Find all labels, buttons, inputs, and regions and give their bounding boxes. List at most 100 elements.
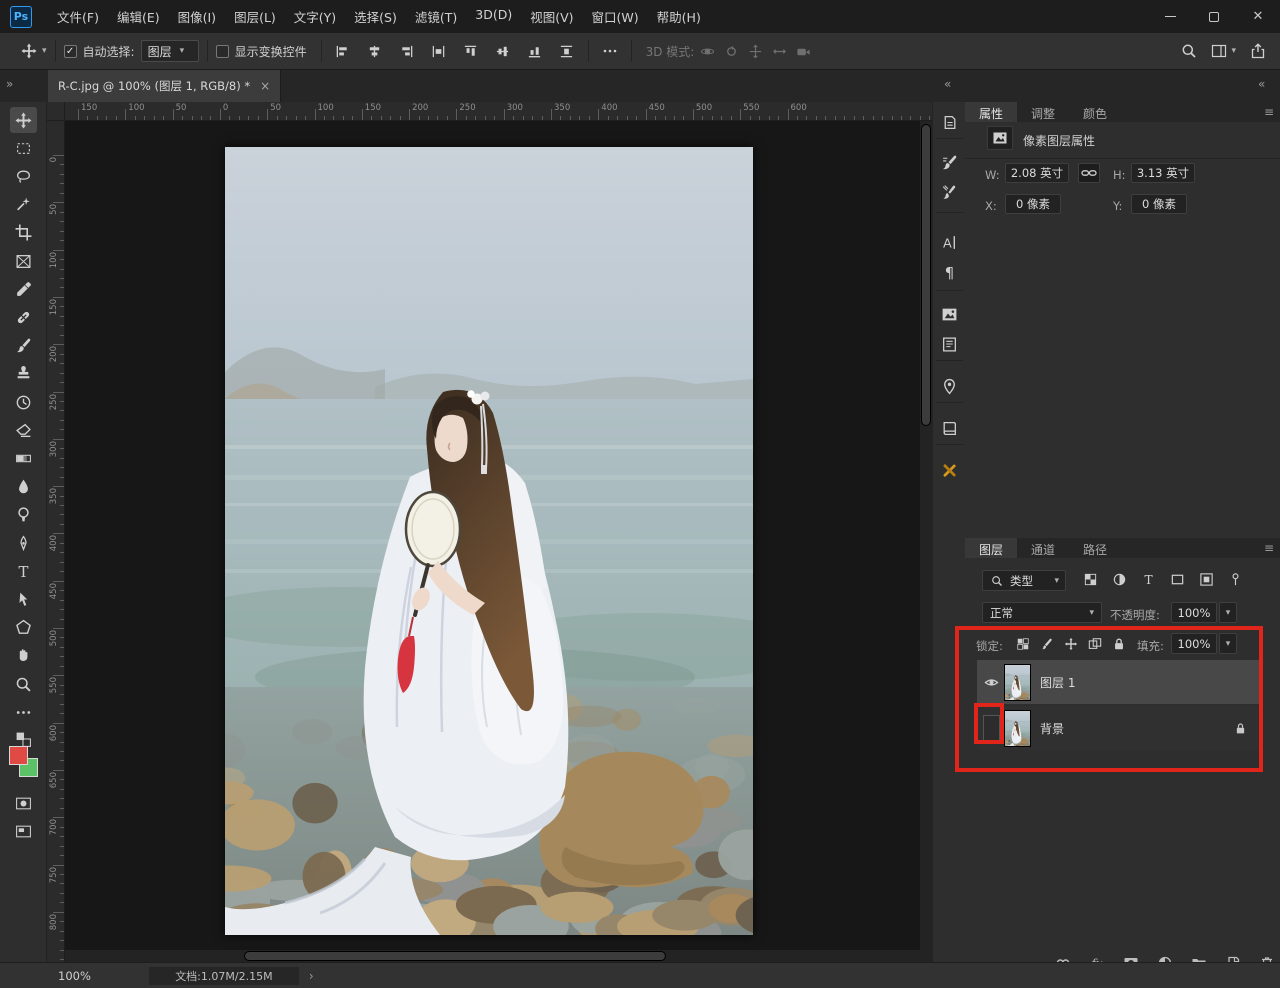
move-tool-button[interactable] bbox=[10, 107, 37, 133]
slide-3d-icon[interactable] bbox=[772, 44, 787, 59]
distribute-v-button[interactable] bbox=[554, 38, 580, 64]
chevron-down-icon[interactable]: ▾ bbox=[1231, 46, 1236, 56]
dodge-tool-button[interactable] bbox=[10, 502, 37, 528]
brush-settings-panel-button[interactable] bbox=[937, 150, 962, 175]
crop-tool-button[interactable] bbox=[10, 220, 37, 246]
healing-brush-tool-button[interactable] bbox=[10, 304, 37, 330]
menu-item-5[interactable]: 选择(S) bbox=[345, 3, 406, 30]
show-transform-checkbox[interactable] bbox=[216, 45, 229, 58]
lock-pixels-button[interactable] bbox=[1037, 635, 1057, 653]
menu-item-9[interactable]: 窗口(W) bbox=[583, 3, 648, 30]
screen-mode-button[interactable] bbox=[10, 818, 37, 844]
type-tool-button[interactable]: T bbox=[10, 558, 37, 584]
frame-tool-button[interactable] bbox=[10, 248, 37, 274]
history-panel-button[interactable] bbox=[937, 110, 962, 135]
vertical-scrollbar-thumb[interactable] bbox=[922, 125, 930, 425]
opacity-field[interactable]: 100% bbox=[1171, 602, 1217, 623]
lasso-tool-button[interactable] bbox=[10, 163, 37, 189]
layer-visibility-toggle[interactable] bbox=[977, 715, 1005, 741]
document-size-info[interactable]: 文档:1.07M/2.15M bbox=[149, 967, 299, 985]
paragraph-panel-button[interactable]: ¶ bbox=[937, 260, 962, 285]
marquee-tool-button[interactable] bbox=[10, 135, 37, 161]
menu-item-7[interactable]: 3D(D) bbox=[466, 3, 521, 30]
gradient-tool-button[interactable] bbox=[10, 445, 37, 471]
quick-mask-mode-button[interactable] bbox=[10, 790, 37, 816]
history-brush-tool-button[interactable] bbox=[10, 389, 37, 415]
align-bottom-button[interactable] bbox=[522, 38, 548, 64]
libraries-panel-button[interactable] bbox=[937, 302, 962, 327]
menu-item-0[interactable]: 文件(F) bbox=[48, 3, 108, 30]
properties-tab[interactable]: 颜色 bbox=[1069, 102, 1121, 122]
pan-3d-icon[interactable] bbox=[748, 44, 763, 59]
foreground-color-swatch[interactable] bbox=[9, 746, 28, 765]
horizontal-scrollbar[interactable] bbox=[65, 950, 920, 962]
maximize-button[interactable] bbox=[1192, 0, 1236, 33]
components-panel-button[interactable] bbox=[937, 416, 962, 441]
layers-tab[interactable]: 图层 bbox=[965, 538, 1017, 558]
align-center-h-button[interactable] bbox=[362, 38, 388, 64]
more-align-options-button[interactable] bbox=[597, 38, 623, 64]
y-field[interactable]: 0 像素 bbox=[1131, 194, 1187, 214]
canvas-image[interactable] bbox=[225, 147, 753, 935]
eraser-tool-button[interactable] bbox=[10, 417, 37, 443]
workspace-icon[interactable] bbox=[1211, 43, 1227, 59]
brushes-panel-button[interactable] bbox=[937, 180, 962, 205]
filter-shape-button[interactable] bbox=[1167, 570, 1187, 588]
layer-thumbnail[interactable] bbox=[1005, 665, 1030, 700]
ruler-origin-corner[interactable] bbox=[47, 102, 65, 121]
filter-latch-button[interactable] bbox=[1225, 570, 1245, 588]
brush-tool-button[interactable] bbox=[10, 333, 37, 359]
vertical-scrollbar[interactable] bbox=[920, 121, 932, 962]
layers-tab[interactable]: 路径 bbox=[1069, 538, 1121, 558]
search-icon[interactable] bbox=[1181, 43, 1197, 59]
panel-menu-icon[interactable]: ≡ bbox=[1264, 105, 1274, 119]
fill-field[interactable]: 100% bbox=[1171, 633, 1217, 654]
blend-mode-dropdown[interactable]: 正常 ▾ bbox=[982, 602, 1102, 623]
auto-select-checkbox[interactable]: ✓ bbox=[64, 45, 77, 58]
pen-tool-button[interactable] bbox=[10, 530, 37, 556]
layer-row-layer-1[interactable]: 图层 1 bbox=[977, 660, 1263, 704]
menu-item-4[interactable]: 文字(Y) bbox=[285, 3, 345, 30]
document-tab[interactable]: R-C.jpg @ 100% (图层 1, RGB/8) * × bbox=[48, 70, 281, 102]
distribute-h-button[interactable] bbox=[426, 38, 452, 64]
shape-tool-button[interactable] bbox=[10, 615, 37, 641]
canvas-pasteboard[interactable] bbox=[65, 121, 920, 962]
adjustments-panel-button[interactable] bbox=[937, 332, 962, 357]
auto-select-target-dropdown[interactable]: 图层 ▾ bbox=[141, 40, 199, 62]
filter-smart-object-button[interactable] bbox=[1196, 570, 1216, 588]
layer-row-background[interactable]: 背景 bbox=[977, 706, 1263, 750]
tab-close-icon[interactable]: × bbox=[260, 79, 270, 93]
annotations-panel-button[interactable] bbox=[937, 374, 962, 399]
align-right-button[interactable] bbox=[394, 38, 420, 64]
x-field[interactable]: 0 像素 bbox=[1005, 194, 1061, 214]
plugin-panel-button[interactable] bbox=[937, 458, 962, 483]
magic-wand-tool-button[interactable] bbox=[10, 192, 37, 218]
tool-preset-chevron-icon[interactable]: ▾ bbox=[42, 46, 47, 56]
orbit-3d-icon[interactable] bbox=[700, 44, 715, 59]
clone-stamp-tool-button[interactable] bbox=[10, 361, 37, 387]
link-dimensions-button[interactable] bbox=[1078, 163, 1100, 183]
blur-tool-button[interactable] bbox=[10, 474, 37, 500]
lock-artboard-button[interactable] bbox=[1085, 635, 1105, 653]
panel-collapse-chevron[interactable]: « bbox=[1258, 77, 1265, 91]
close-button[interactable]: ✕ bbox=[1236, 0, 1280, 33]
eyedropper-tool-button[interactable] bbox=[10, 276, 37, 302]
width-field[interactable]: 2.08 英寸 bbox=[1005, 163, 1069, 183]
layer-filter-dropdown[interactable]: 类型 ▾ bbox=[982, 570, 1066, 591]
minimize-button[interactable] bbox=[1148, 0, 1192, 33]
menu-item-2[interactable]: 图像(I) bbox=[169, 3, 225, 30]
layer-name[interactable]: 图层 1 bbox=[1040, 674, 1075, 691]
current-tool-button[interactable] bbox=[16, 38, 42, 64]
share-icon[interactable] bbox=[1250, 43, 1266, 59]
filter-type-button[interactable]: T bbox=[1138, 570, 1158, 588]
filter-pixel-button[interactable] bbox=[1080, 570, 1100, 588]
panel-menu-icon[interactable]: ≡ bbox=[1264, 541, 1274, 555]
menu-item-8[interactable]: 视图(V) bbox=[521, 3, 582, 30]
align-left-button[interactable] bbox=[330, 38, 356, 64]
lock-transparent-button[interactable] bbox=[1013, 635, 1033, 653]
properties-tab[interactable]: 属性 bbox=[965, 102, 1017, 122]
menu-item-6[interactable]: 滤镜(T) bbox=[406, 3, 466, 30]
status-chevron-icon[interactable]: › bbox=[309, 969, 314, 983]
align-top-button[interactable] bbox=[458, 38, 484, 64]
fill-chevron-button[interactable]: ▾ bbox=[1219, 633, 1237, 654]
